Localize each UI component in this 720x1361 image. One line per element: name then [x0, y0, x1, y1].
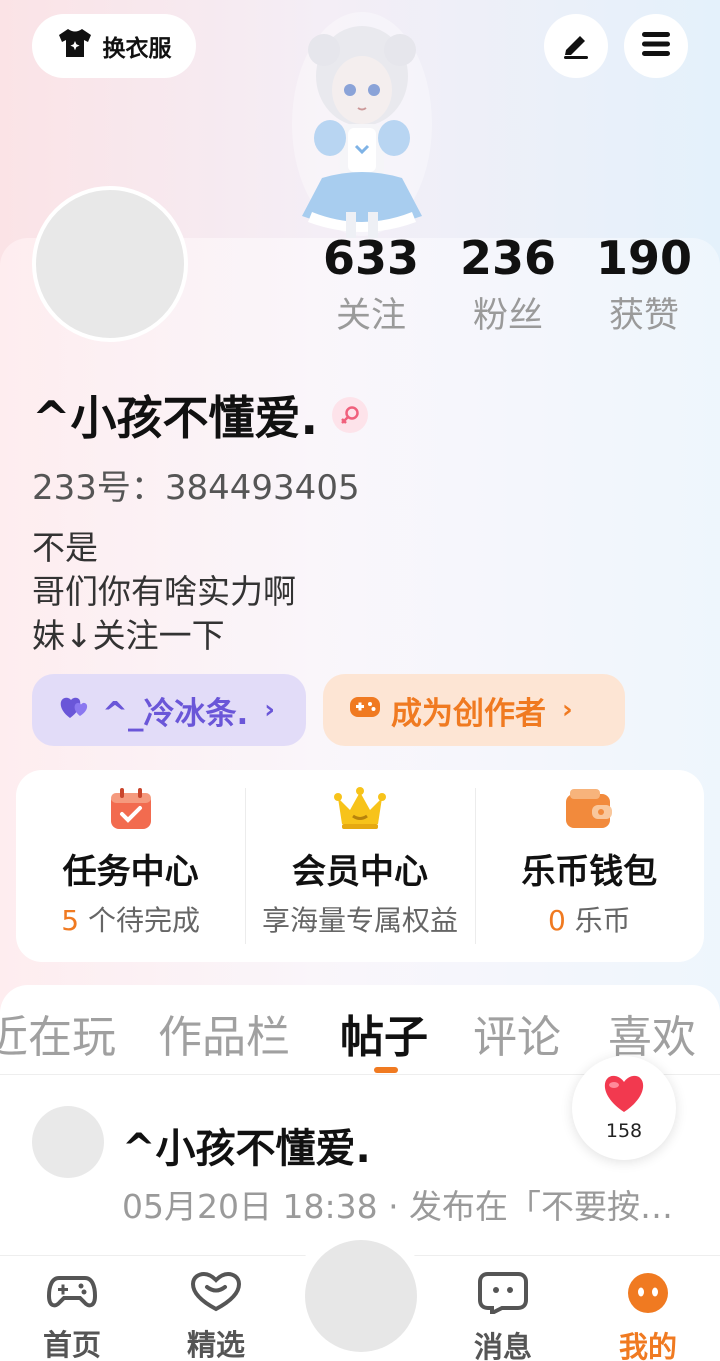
stat-value: 190: [595, 231, 693, 285]
edit-profile-button[interactable]: [544, 14, 608, 78]
tshirt-icon: [57, 27, 93, 65]
stat-value: 236: [459, 231, 557, 285]
task-center-button[interactable]: 任务中心 5 个待完成: [16, 770, 245, 962]
post-author-avatar[interactable]: [32, 1106, 104, 1178]
coin-wallet-button[interactable]: 乐币钱包 0 乐币: [474, 770, 704, 962]
bio-line: 不是: [32, 528, 98, 567]
chevron-right-icon: ›: [562, 695, 573, 725]
coin-balance: 0: [547, 904, 566, 937]
message-icon: [478, 1272, 528, 1318]
tab-comments[interactable]: 评论: [473, 1001, 561, 1065]
change-outfit-button[interactable]: 换衣服: [32, 14, 196, 78]
profile-page: 换衣服 633 关注 236 粉丝 190 获赞 ^小孩不懂爱. 233号：38…: [0, 0, 720, 1361]
nav-me[interactable]: 我的: [593, 1272, 703, 1361]
feature-subtitle: 享海量专属权益: [261, 904, 458, 937]
stat-label: 获赞: [608, 296, 679, 336]
tab-posts[interactable]: 帖子: [340, 1001, 428, 1065]
username-row: ^小孩不懂爱.: [32, 382, 369, 448]
menu-button[interactable]: [624, 14, 688, 78]
like-button[interactable]: 158: [572, 1056, 676, 1160]
gamepad-icon: [46, 1272, 98, 1316]
female-icon: [332, 397, 369, 433]
tab-works[interactable]: 作品栏: [158, 1001, 290, 1065]
nav-label: 消息: [473, 1330, 532, 1361]
chevron-right-icon: ›: [264, 695, 275, 725]
bio-line: 妹↓关注一下: [32, 616, 225, 655]
friend-pill-label: ^_冷冰条.: [102, 695, 249, 732]
bio: 不是 哥们你有啥实力啊 妹↓关注一下: [32, 526, 296, 658]
become-creator-button[interactable]: 成为创作者 ›: [323, 674, 625, 746]
tab-playing[interactable]: 近在玩: [0, 1001, 116, 1065]
pen-icon: [560, 28, 592, 64]
heart-chat-icon: [190, 1271, 242, 1316]
member-center-button[interactable]: 会员中心 享海量专属权益: [245, 770, 474, 962]
stat-label: 粉丝: [472, 296, 543, 336]
feature-title: 乐币钱包: [521, 852, 658, 892]
post-author-name[interactable]: ^小孩不懂爱.: [122, 1116, 371, 1174]
feature-subtitle: 0 乐币: [548, 899, 631, 939]
heart-icon: [601, 1074, 647, 1118]
bio-line: 哥们你有啥实力啊: [32, 572, 296, 611]
friend-pill-button[interactable]: ^_冷冰条. ›: [32, 674, 306, 746]
feature-grid: 任务中心 5 个待完成 会员中心 享海量专属权益 乐币钱包 0 乐币: [16, 770, 704, 962]
nav-label: 精选: [186, 1328, 245, 1361]
avatar-3d-figure[interactable]: [282, 6, 442, 242]
stat-following[interactable]: 633 关注: [316, 230, 426, 338]
nav-home[interactable]: 首页: [17, 1272, 127, 1361]
avatar[interactable]: [32, 186, 188, 342]
feature-subtitle-text: 个待完成: [79, 904, 201, 937]
username: ^小孩不懂爱.: [32, 391, 319, 445]
nav-messages[interactable]: 消息: [448, 1272, 558, 1361]
like-count: 158: [605, 1120, 643, 1142]
hearts-icon: [58, 692, 92, 728]
nav-label: 我的: [618, 1330, 677, 1361]
feature-subtitle: 5 个待完成: [61, 899, 200, 939]
change-outfit-label: 换衣服: [102, 36, 172, 62]
active-tab-indicator: [374, 1067, 398, 1073]
stat-label: 关注: [335, 296, 406, 336]
calendar-check-icon: [108, 786, 154, 836]
profile-face-icon: [625, 1272, 671, 1318]
stat-followers[interactable]: 236 粉丝: [453, 230, 563, 338]
menu-icon: [640, 30, 672, 62]
wallet-icon: [564, 786, 614, 836]
center-nav-button[interactable]: [305, 1240, 417, 1352]
user-id: 233号：384493405: [32, 468, 360, 508]
become-creator-label: 成为创作者: [391, 695, 546, 732]
feature-title: 会员中心: [291, 852, 428, 892]
stat-likes[interactable]: 190 获赞: [589, 230, 699, 338]
pending-count: 5: [61, 904, 80, 937]
nav-featured[interactable]: 精选: [161, 1271, 271, 1361]
crown-icon: [333, 786, 387, 836]
nav-label: 首页: [42, 1328, 101, 1361]
feature-title: 任务中心: [62, 852, 199, 892]
feature-subtitle-text: 乐币: [565, 904, 631, 937]
stat-value: 633: [322, 231, 420, 285]
gamepad-icon: [349, 692, 381, 728]
post-meta: 05月20日 18:38 · 发布在「不要按…: [122, 1187, 674, 1226]
